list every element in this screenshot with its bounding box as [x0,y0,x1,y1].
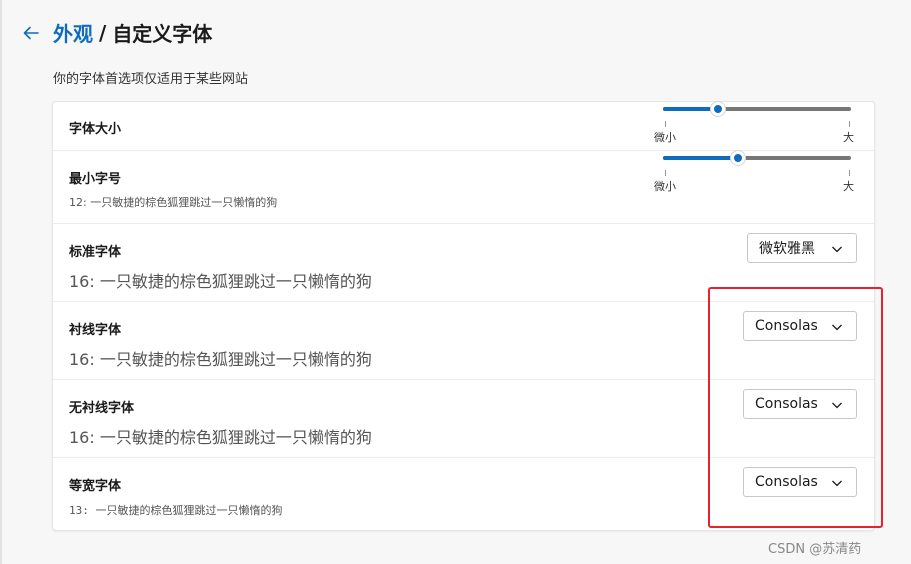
slider-min-label: 微小 [654,180,676,193]
font-size-slider[interactable]: 微小 大 [654,101,854,144]
serif-font-sample: 16: 一只敏捷的棕色狐狸跳过一只懒惰的狗 [69,350,372,369]
arrow-left-icon[interactable] [20,22,42,44]
sans-serif-font-label: 无衬线字体 [69,401,135,416]
slider-thumb[interactable] [730,150,746,166]
slider-max-label: 大 [843,180,854,193]
slider-tick-min [665,170,666,176]
standard-font-value: 微软雅黑 [759,241,815,257]
min-font-label: 最小字号 [69,172,122,187]
slider-thumb[interactable] [710,101,726,117]
breadcrumb: 外观 / 自定义字体 [53,18,212,47]
watermark: CSDN @苏清药 [768,542,862,557]
min-font-sample: 12: 一只敏捷的棕色狐狸跳过一只懒惰的狗 [69,196,278,209]
slider-max-label: 大 [843,131,854,144]
standard-font-select[interactable]: 微软雅黑 [747,233,857,263]
breadcrumb-separator: / [99,20,107,45]
slider-tick-max [849,121,850,127]
slider-min-label: 微小 [654,131,676,144]
font-size-row: 字体大小 微小 大 [53,101,874,150]
slider-tick-max [849,170,850,176]
annotation-highlight-box [708,287,883,528]
breadcrumb-appearance-link[interactable]: 外观 [53,18,93,47]
standard-font-sample: 16: 一只敏捷的棕色狐狸跳过一只懒惰的狗 [69,272,372,291]
slider-tick-min [665,121,666,127]
page-header: 外观 / 自定义字体 [20,18,212,47]
fixed-width-font-label: 等宽字体 [69,479,122,494]
page-title: 自定义字体 [112,22,213,46]
font-size-label: 字体大小 [69,122,122,137]
window-left-edge [0,0,2,564]
sans-serif-font-sample: 16: 一只敏捷的棕色狐狸跳过一只懒惰的狗 [69,428,372,447]
preference-note: 你的字体首选项仅适用于某些网站 [53,72,249,87]
standard-font-label: 标准字体 [69,245,122,260]
chevron-down-icon [831,243,843,255]
slider-fill [663,156,738,160]
minimum-font-size-row: 最小字号 12: 一只敏捷的棕色狐狸跳过一只懒惰的狗 微小 大 [53,150,874,224]
serif-font-label: 衬线字体 [69,323,122,338]
min-font-slider[interactable]: 微小 大 [654,150,854,193]
fixed-width-font-sample: 13: 一只敏捷的棕色狐狸跳过一只懒惰的狗 [69,504,283,517]
